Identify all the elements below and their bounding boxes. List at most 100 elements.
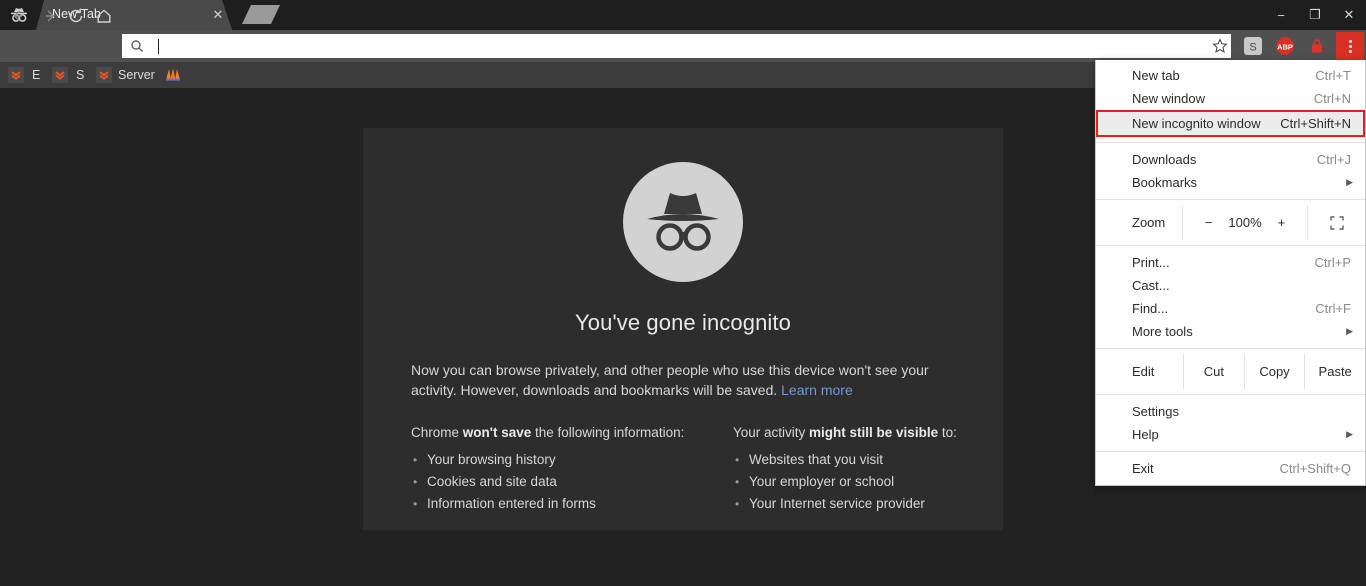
new-tab-button[interactable] — [242, 5, 280, 24]
chevron-down-icon — [52, 67, 68, 83]
menu-item-cast[interactable]: Cast... — [1096, 274, 1365, 297]
menu-item-new-incognito-window[interactable]: New incognito window Ctrl+Shift+N — [1096, 110, 1365, 137]
column-still-visible: Your activity might still be visible to:… — [733, 425, 1013, 515]
heading-prefix: Chrome — [411, 425, 463, 440]
menu-item-print[interactable]: Print... Ctrl+P — [1096, 251, 1365, 274]
menu-zoom-row: Zoom − 100% + — [1096, 205, 1365, 240]
restore-button[interactable]: ❐ — [1298, 0, 1332, 30]
menu-item-bookmarks[interactable]: Bookmarks ▶ — [1096, 171, 1365, 194]
learn-more-link[interactable]: Learn more — [781, 382, 853, 398]
address-bar[interactable] — [122, 34, 1231, 58]
chevron-down-icon — [8, 67, 24, 83]
incognito-hat-glasses-icon — [623, 162, 743, 282]
heading-suffix: the following information: — [531, 425, 685, 440]
fullscreen-button[interactable] — [1307, 205, 1365, 240]
browser-window: New Tab ✕ − ❐ ✕ S ABP E S Server You've … — [0, 0, 1366, 586]
three-dot-menu-icon[interactable] — [1336, 32, 1364, 60]
menu-separator — [1096, 348, 1365, 349]
menu-item-settings[interactable]: Settings — [1096, 400, 1365, 423]
menu-item-exit[interactable]: Exit Ctrl+Shift+Q — [1096, 457, 1365, 480]
menu-item-shortcut: Ctrl+Shift+N — [1280, 116, 1351, 131]
menu-item-label: New tab — [1132, 68, 1180, 83]
bookmark-s[interactable]: S — [76, 62, 84, 88]
bookmark-star-icon[interactable] — [1210, 36, 1230, 56]
copy-button[interactable]: Copy — [1243, 354, 1305, 389]
window-controls: − ❐ ✕ — [1264, 0, 1366, 30]
minimize-button[interactable]: − — [1264, 0, 1298, 30]
list-item: Websites that you visit — [733, 449, 1013, 471]
menu-item-new-window[interactable]: New window Ctrl+N — [1096, 87, 1365, 110]
menu-separator — [1096, 199, 1365, 200]
cut-button[interactable]: Cut — [1183, 354, 1244, 389]
menu-item-label: Find... — [1132, 301, 1169, 316]
list-item: Your Internet service provider — [733, 493, 1013, 515]
forward-button[interactable] — [40, 6, 60, 26]
menu-item-shortcut: Ctrl+J — [1316, 152, 1351, 167]
menu-item-shortcut: Ctrl+T — [1315, 68, 1351, 83]
bookmark-chevron-3[interactable] — [96, 62, 112, 88]
submenu-arrow-icon: ▶ — [1346, 177, 1353, 187]
menu-item-label: Bookmarks — [1132, 175, 1198, 190]
stumbleupon-extension-icon[interactable]: S — [1242, 35, 1264, 57]
menu-item-label: Downloads — [1132, 152, 1197, 167]
menu-separator — [1096, 394, 1365, 395]
column-wont-save-heading: Chrome won't save the following informat… — [411, 425, 691, 440]
close-window-button[interactable]: ✕ — [1332, 0, 1366, 30]
svg-text:S: S — [1249, 42, 1256, 54]
bookmark-xampp[interactable] — [164, 62, 182, 88]
close-tab-icon[interactable]: ✕ — [211, 8, 225, 22]
bookmark-e[interactable]: E — [32, 62, 40, 88]
list-item: Your browsing history — [411, 449, 691, 471]
menu-item-new-tab[interactable]: New tab Ctrl+T — [1096, 64, 1365, 87]
menu-item-shortcut: Ctrl+P — [1314, 255, 1351, 270]
incognito-card: You've gone incognito Now you can browse… — [363, 128, 1003, 530]
menu-edit-row: Edit Cut Copy Paste — [1096, 354, 1365, 389]
menu-item-more-tools[interactable]: More tools ▶ — [1096, 320, 1365, 343]
menu-separator — [1096, 245, 1365, 246]
menu-separator — [1096, 142, 1365, 143]
menu-item-shortcut: Ctrl+Shift+Q — [1279, 461, 1351, 476]
menu-item-label: Help — [1132, 427, 1159, 442]
bookmark-chevron-2[interactable] — [52, 62, 68, 88]
submenu-arrow-icon: ▶ — [1346, 429, 1353, 439]
back-button[interactable] — [8, 6, 28, 26]
adblock-plus-extension-icon[interactable]: ABP — [1274, 35, 1296, 57]
reload-button[interactable] — [66, 6, 86, 26]
heading-bold: might still be visible — [809, 425, 939, 440]
incognito-description: Now you can browse privately, and other … — [411, 360, 957, 400]
bookmark-server[interactable]: Server — [118, 62, 155, 88]
column-still-visible-heading: Your activity might still be visible to: — [733, 425, 1013, 440]
zoom-controls: − 100% + — [1182, 205, 1307, 240]
menu-item-label: Settings — [1132, 404, 1179, 419]
heading-suffix: to: — [938, 425, 957, 440]
tab-strip: New Tab ✕ − ❐ ✕ — [0, 0, 1366, 30]
xampp-icon — [164, 66, 182, 85]
bookmark-chevron-1[interactable] — [8, 62, 24, 88]
menu-item-find[interactable]: Find... Ctrl+F — [1096, 297, 1365, 320]
menu-item-label: New incognito window — [1132, 116, 1261, 131]
menu-item-help[interactable]: Help ▶ — [1096, 423, 1365, 446]
list-item: Cookies and site data — [411, 471, 691, 493]
heading-bold: won't save — [462, 425, 532, 440]
chrome-main-menu: New tab Ctrl+T New window Ctrl+N New inc… — [1095, 60, 1366, 486]
chevron-down-icon — [96, 67, 112, 83]
lock-extension-icon[interactable] — [1306, 35, 1328, 57]
bookmark-s-label: S — [76, 68, 85, 82]
menu-item-downloads[interactable]: Downloads Ctrl+J — [1096, 148, 1365, 171]
page-title: You've gone incognito — [575, 310, 791, 335]
text-cursor — [158, 38, 159, 54]
zoom-label: Zoom — [1132, 215, 1166, 230]
list-item: Information entered in forms — [411, 493, 691, 515]
menu-item-label: More tools — [1132, 324, 1193, 339]
zoom-in-button[interactable]: + — [1278, 215, 1286, 230]
edit-label: Edit — [1132, 364, 1155, 379]
wont-save-list: Your browsing history Cookies and site d… — [411, 449, 691, 515]
heading-prefix: Your activity — [733, 425, 810, 440]
home-button[interactable] — [94, 6, 114, 26]
zoom-out-button[interactable]: − — [1205, 215, 1213, 230]
bookmark-e-label: E — [32, 68, 41, 82]
menu-item-shortcut: Ctrl+F — [1315, 301, 1351, 316]
paste-button[interactable]: Paste — [1304, 354, 1365, 389]
submenu-arrow-icon: ▶ — [1346, 326, 1353, 336]
menu-item-label: New window — [1132, 91, 1205, 106]
